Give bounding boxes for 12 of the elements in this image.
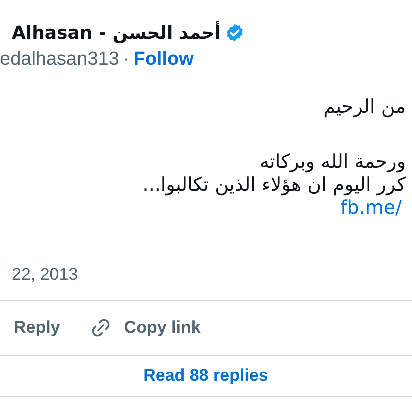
read-replies-link[interactable]: Read 88 replies bbox=[144, 363, 268, 389]
author-handle: edalhasan313 bbox=[0, 48, 120, 72]
tweet-date: 22, 2013 bbox=[12, 265, 78, 284]
tweet-text: من الرحيم bbox=[322, 96, 406, 119]
tweet-text: ورحمة الله وبركاته bbox=[260, 151, 406, 174]
tweet-text: كرر اليوم ان هؤلاء الذين تكالبوا... bbox=[142, 174, 406, 197]
copy-link-button[interactable]: Copy link bbox=[90, 315, 201, 341]
follow-link[interactable]: Follow bbox=[134, 46, 194, 74]
reply-button[interactable]: Reply bbox=[14, 315, 60, 341]
separator: · bbox=[123, 48, 130, 72]
author-name[interactable]: Alhasan - أحمد الحسن bbox=[0, 20, 222, 46]
tweet-link[interactable]: fb.me/ bbox=[340, 197, 406, 220]
